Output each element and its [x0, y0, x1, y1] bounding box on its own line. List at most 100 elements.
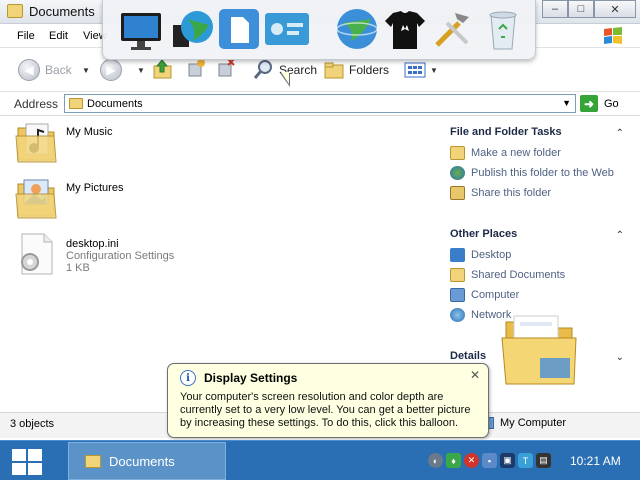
place-label: Shared Documents	[471, 269, 566, 281]
file-size: 1 KB	[66, 262, 90, 274]
list-item-my-music[interactable]: My Music	[14, 120, 112, 164]
file-name: My Music	[66, 126, 113, 138]
window-controls: – □ ✕	[542, 0, 636, 18]
place-computer[interactable]: Computer	[450, 288, 519, 302]
document-icon[interactable]	[215, 5, 263, 53]
place-label: Desktop	[471, 249, 512, 261]
views-dropdown-icon[interactable]: ▼	[430, 66, 438, 75]
error-icon[interactable]: ✕	[464, 453, 479, 468]
globe-network-icon[interactable]	[169, 5, 217, 53]
speaker-icon[interactable]: ◐	[428, 453, 443, 468]
app-tray-icon[interactable]: T	[518, 453, 533, 468]
file-type: Configuration Settings	[66, 250, 175, 262]
collapse-icon[interactable]: ⌃	[616, 128, 624, 139]
display-icon[interactable]: ▣	[500, 453, 515, 468]
share-icon	[450, 186, 465, 200]
settings-file-icon	[21, 233, 53, 275]
taskbar: Documents ◐ ♦ ✕ ▪ ▣ T ▤ 10:21 AM	[0, 440, 640, 480]
document-icon[interactable]: ▪	[482, 453, 497, 468]
balloon-message: Your computer's screen resolution and co…	[180, 391, 471, 429]
dock-bar	[102, 0, 536, 60]
network-tray-icon[interactable]: ▤	[536, 453, 551, 468]
up-folder-icon[interactable]	[152, 58, 174, 80]
go-arrow-icon: ➜	[580, 95, 598, 112]
share-folder-link[interactable]: Share this folder	[450, 186, 551, 200]
control-panel-icon[interactable]	[263, 5, 311, 53]
menu-file[interactable]: File	[17, 30, 35, 42]
object-count: 3 objects	[10, 418, 55, 430]
window-title: Documents	[29, 4, 95, 19]
address-label: Address	[14, 97, 59, 111]
recycle-bin-icon[interactable]	[479, 5, 527, 53]
back-label: Back	[45, 63, 72, 77]
globe-icon	[450, 166, 465, 180]
folders-label: Folders	[349, 63, 390, 77]
maximize-button[interactable]: □	[568, 0, 594, 18]
task-label: Share this folder	[471, 187, 552, 199]
tools-icon[interactable]	[429, 5, 477, 53]
address-value: Documents	[87, 98, 143, 110]
address-bar: Address Documents ▼ ➜ Go	[0, 92, 640, 116]
taskbar-item-documents[interactable]: Documents	[68, 442, 226, 480]
back-dropdown-icon[interactable]: ▼	[82, 66, 90, 75]
file-name: desktop.ini	[66, 238, 119, 250]
forward-button[interactable]: ▶	[100, 58, 122, 82]
network-icon	[450, 308, 465, 322]
address-dropdown-icon[interactable]: ▼	[562, 98, 571, 108]
views-icon[interactable]	[404, 62, 426, 78]
address-input[interactable]: Documents ▼	[64, 94, 576, 113]
balloon-title: Display Settings	[204, 371, 298, 385]
close-button[interactable]: ✕	[594, 0, 636, 18]
minimize-button[interactable]: –	[542, 0, 568, 18]
display-settings-balloon[interactable]: i Display Settings ✕ Your computer's scr…	[167, 363, 489, 438]
shield-icon[interactable]: ♦	[446, 453, 461, 468]
make-new-folder-link[interactable]: Make a new folder	[450, 146, 561, 160]
details-header[interactable]: Details	[450, 350, 486, 362]
publish-web-link[interactable]: Publish this folder to the Web	[450, 166, 614, 180]
status-location: My Computer	[480, 417, 566, 429]
collapse-icon[interactable]: ⌃	[616, 230, 624, 241]
search-icon	[253, 60, 272, 79]
tshirt-icon[interactable]	[381, 5, 429, 53]
balloon-tail	[281, 72, 289, 84]
folder-icon	[7, 4, 23, 18]
folders-button[interactable]: Folders	[324, 58, 389, 82]
place-desktop[interactable]: Desktop	[450, 248, 511, 262]
desktop-icon	[450, 248, 465, 262]
forward-dropdown-icon[interactable]: ▼	[137, 66, 145, 75]
back-arrow-icon: ◀	[18, 59, 40, 81]
taskbar-item-label: Documents	[109, 453, 175, 469]
windows-flag-icon	[604, 27, 622, 44]
go-label: Go	[604, 97, 619, 110]
folder-icon	[69, 98, 83, 109]
delete-icon[interactable]	[216, 58, 236, 78]
task-label: Make a new folder	[471, 147, 561, 159]
go-button[interactable]: ➜ Go	[580, 95, 619, 112]
expand-icon[interactable]: ⌄	[616, 352, 624, 363]
location-label: My Computer	[500, 417, 567, 429]
other-places-header[interactable]: Other Places	[450, 228, 517, 240]
system-tray: ◐ ♦ ✕ ▪ ▣ T ▤	[428, 453, 551, 468]
back-button[interactable]: ◀ Back	[18, 58, 72, 82]
forward-arrow-icon: ▶	[100, 59, 122, 81]
balloon-close-button[interactable]: ✕	[468, 368, 482, 382]
place-shared-documents[interactable]: Shared Documents	[450, 268, 565, 282]
list-item-desktop-ini[interactable]: desktop.ini Configuration Settings 1 KB	[14, 232, 174, 276]
folders-icon	[324, 62, 344, 79]
list-item-my-pictures[interactable]: My Pictures	[14, 176, 123, 220]
folder-icon	[450, 268, 465, 282]
new-folder-icon	[450, 146, 465, 160]
internet-globe-icon[interactable]	[333, 5, 381, 53]
copy-to-icon[interactable]	[186, 58, 206, 78]
start-button[interactable]	[10, 447, 44, 477]
menu-edit[interactable]: Edit	[49, 30, 68, 42]
task-label: Publish this folder to the Web	[471, 167, 614, 179]
music-folder-icon	[15, 123, 57, 163]
place-label: Computer	[471, 289, 520, 301]
file-name: My Pictures	[66, 182, 124, 194]
monitor-icon[interactable]	[117, 5, 165, 53]
computer-icon	[450, 288, 465, 302]
info-icon: i	[180, 370, 196, 386]
clock[interactable]: 10:21 AM	[570, 454, 621, 468]
file-folder-tasks-header[interactable]: File and Folder Tasks	[450, 126, 562, 138]
